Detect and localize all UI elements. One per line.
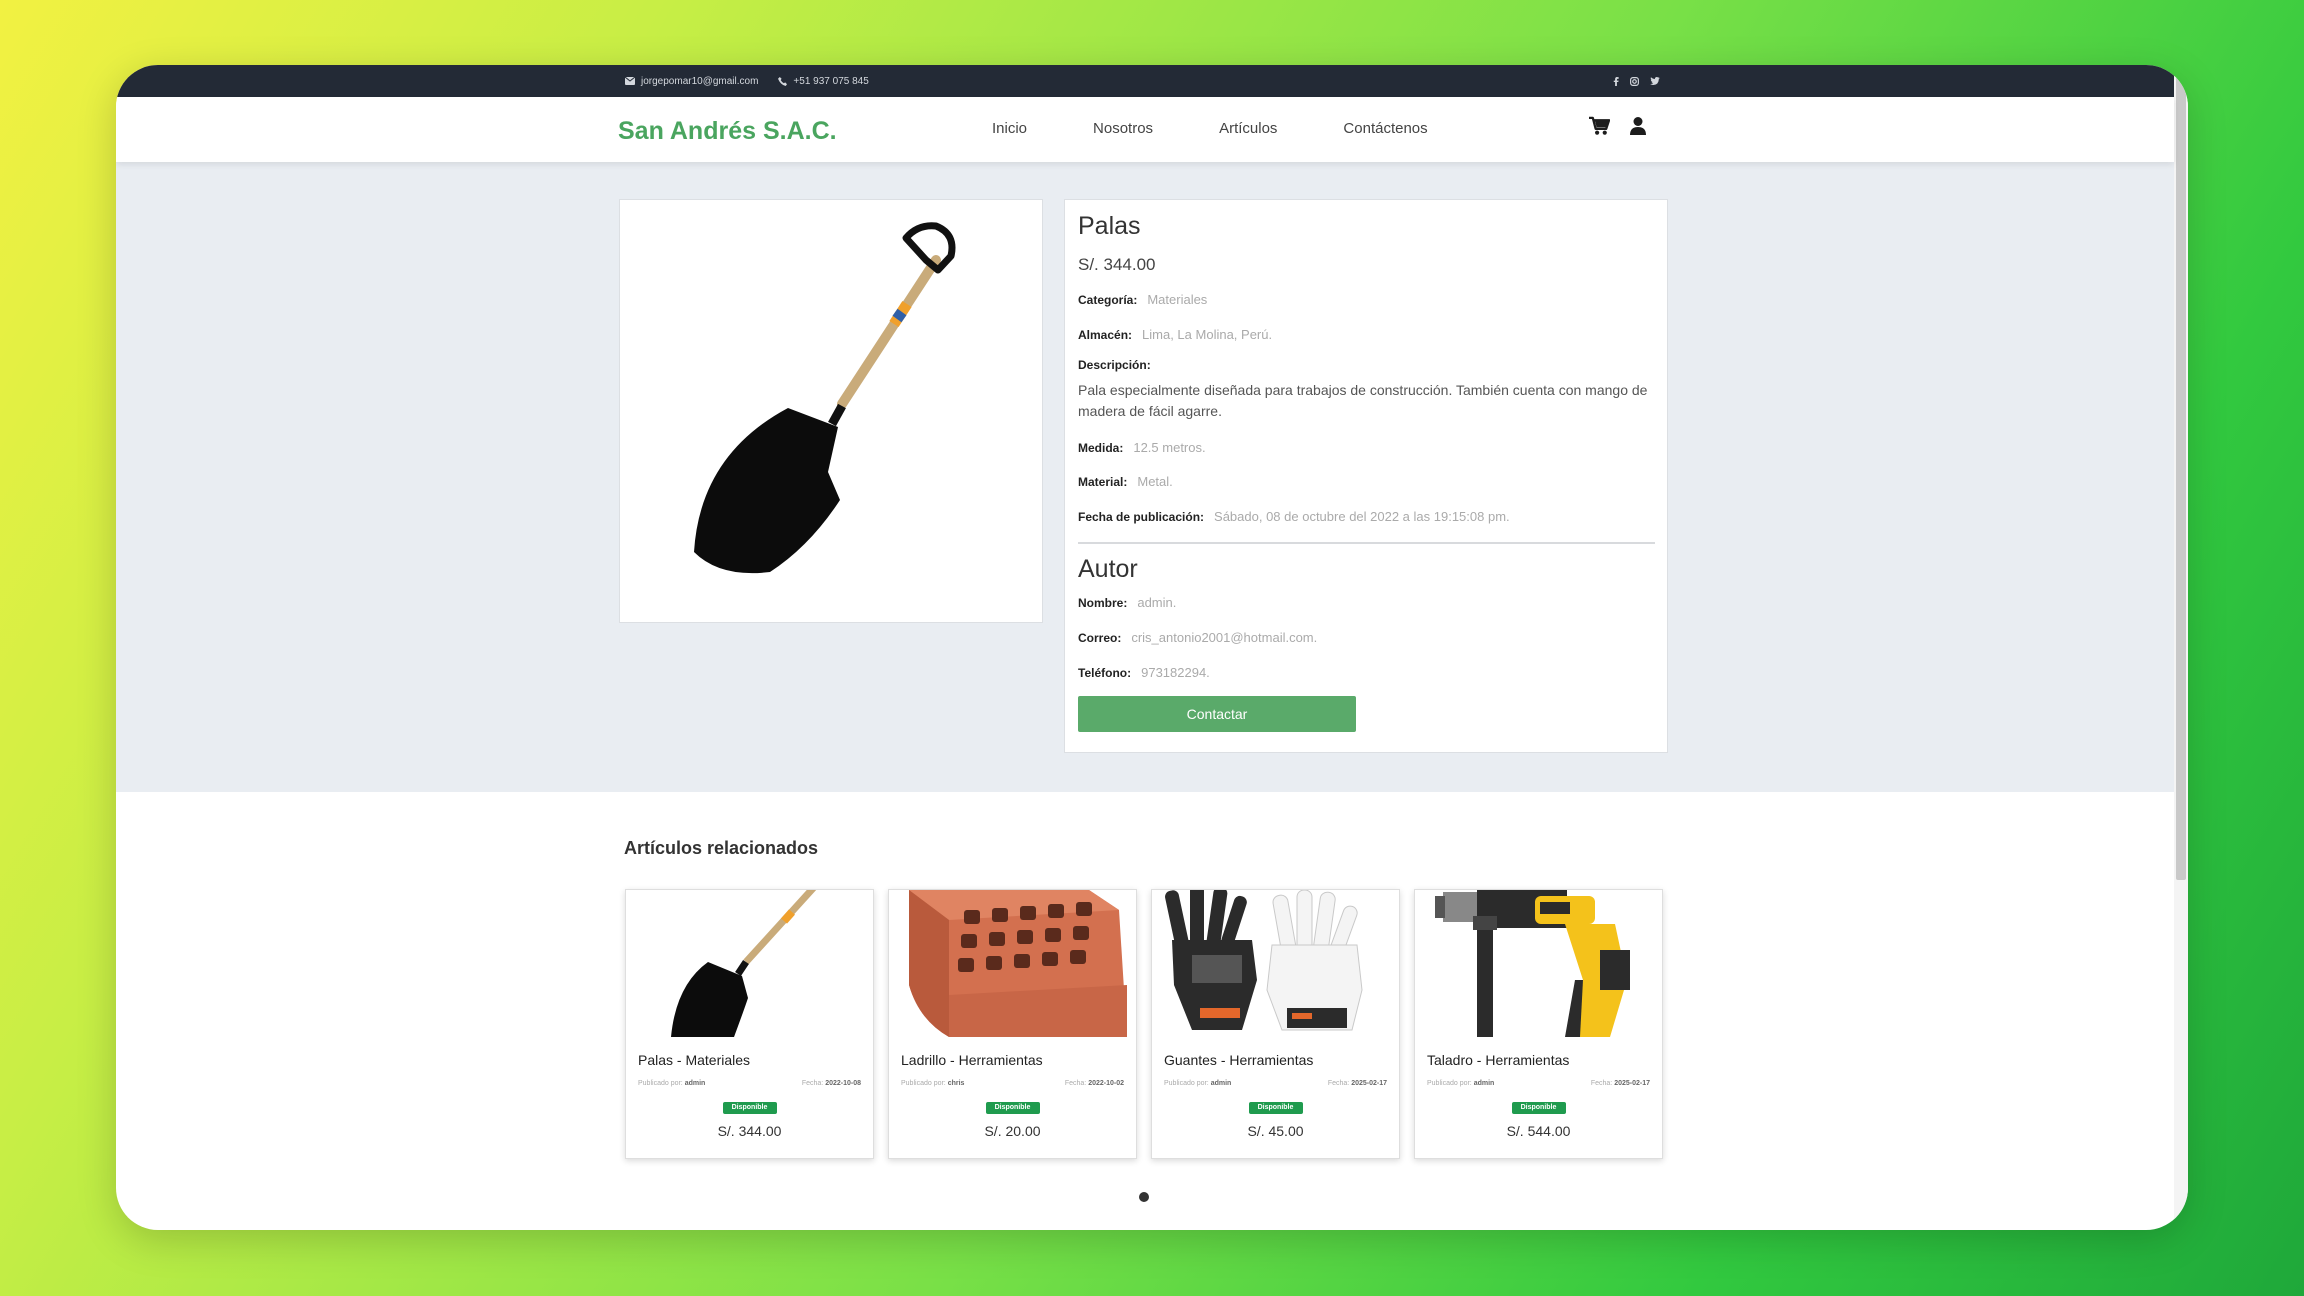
scrollbar-thumb[interactable]: [2176, 65, 2186, 880]
shovel-image: [694, 222, 956, 574]
description-row: Descripción:: [1078, 357, 1161, 372]
related-card[interactable]: Palas - Materiales Publicado por: admin …: [625, 889, 874, 1159]
author-name-row: Nombre: admin.: [1078, 595, 1176, 610]
product-name: Palas: [1078, 212, 1141, 240]
related-card-title[interactable]: Taladro - Herramientas: [1427, 1052, 1569, 1068]
warehouse-label: Almacén:: [1078, 328, 1133, 342]
related-card[interactable]: Ladrillo - Herramientas Publicado por: c…: [888, 889, 1137, 1159]
publisher-value: admin: [1210, 1080, 1232, 1087]
date-value: 2022-10-08: [825, 1080, 861, 1087]
date-value: 2025-02-17: [1614, 1080, 1650, 1087]
related-card-title[interactable]: Guantes - Herramientas: [1164, 1052, 1313, 1068]
related-card-price: S/. 20.00: [984, 1123, 1041, 1139]
author-phone-value: 973182294.: [1141, 665, 1210, 680]
publisher-label: Publicado por:: [1427, 1080, 1472, 1087]
date-value: 2025-02-17: [1351, 1080, 1387, 1087]
author-phone-row: Teléfono: 973182294.: [1078, 665, 1210, 680]
related-image-drill: [1415, 890, 1662, 1037]
scrollbar[interactable]: [2174, 65, 2188, 1230]
related-card[interactable]: Guantes - Herramientas Publicado por: ad…: [1151, 889, 1400, 1159]
nav-link-contactenos[interactable]: Contáctenos: [1343, 120, 1427, 137]
browser-window: jorgepomar10@gmail.com +51 937 075 845 S…: [116, 65, 2188, 1230]
date-label: Fecha:: [1590, 1080, 1613, 1087]
status-badge: Disponible: [1511, 1102, 1566, 1114]
facebook-icon[interactable]: [1613, 76, 1619, 86]
nav-icons: [1589, 116, 1646, 136]
cart-icon[interactable]: [1589, 116, 1610, 136]
author-heading: Autor: [1078, 555, 1138, 583]
contact-button[interactable]: Contactar: [1078, 696, 1356, 732]
product-price: S/. 344.00: [1078, 255, 1156, 274]
publisher-label: Publicado por:: [638, 1080, 683, 1087]
instagram-icon[interactable]: [1630, 76, 1639, 86]
nav-link-inicio[interactable]: Inicio: [992, 120, 1027, 137]
size-row: Medida: 12.5 metros.: [1078, 440, 1206, 455]
size-value: 12.5 metros.: [1133, 440, 1206, 455]
warehouse-row: Almacén: Lima, La Molina, Perú.: [1078, 327, 1272, 342]
material-row: Material: Metal.: [1078, 474, 1173, 489]
category-label: Categoría:: [1078, 293, 1138, 307]
social-links: [1613, 65, 1660, 97]
author-name-value: admin.: [1137, 595, 1177, 610]
date-label: Fecha:: [801, 1080, 824, 1087]
date-label: Fecha de publicación:: [1078, 510, 1205, 524]
date-label: Fecha:: [1327, 1080, 1350, 1087]
publisher-value: chris: [947, 1080, 965, 1087]
divider: [1078, 542, 1655, 544]
top-email[interactable]: jorgepomar10@gmail.com: [641, 76, 758, 87]
status-badge: Disponible: [722, 1102, 777, 1114]
description-label: Descripción:: [1078, 358, 1151, 372]
user-icon[interactable]: [1630, 117, 1646, 135]
product-image: [619, 199, 1043, 623]
top-phone[interactable]: +51 937 075 845: [793, 76, 868, 87]
publisher-label: Publicado por:: [1164, 1080, 1209, 1087]
date-value: Sábado, 08 de octubre del 2022 a las 19:…: [1214, 509, 1510, 524]
product-detail-section: Palas S/. 344.00 Categoría: Materiales Al…: [116, 162, 2174, 792]
nav-link-nosotros[interactable]: Nosotros: [1093, 120, 1153, 137]
date-label: Fecha:: [1064, 1080, 1087, 1087]
related-card-price: S/. 544.00: [1506, 1123, 1571, 1139]
related-image-brick: [889, 890, 1136, 1037]
envelope-icon: [625, 77, 635, 85]
related-card-price: S/. 45.00: [1247, 1123, 1304, 1139]
author-email-row: Correo: cris_antonio2001@hotmail.com.: [1078, 630, 1317, 645]
date-row: Fecha de publicación: Sábado, 08 de octub…: [1078, 509, 1510, 524]
publisher-value: admin: [684, 1080, 706, 1087]
related-card-title[interactable]: Ladrillo - Herramientas: [901, 1052, 1043, 1068]
related-card-title[interactable]: Palas - Materiales: [638, 1052, 750, 1068]
related-card-price: S/. 344.00: [717, 1123, 782, 1139]
related-image-gloves: [1152, 890, 1399, 1037]
publisher-label: Publicado por:: [901, 1080, 946, 1087]
related-image-shovel: [626, 890, 873, 1037]
nav-link-articulos[interactable]: Artículos: [1219, 120, 1277, 137]
size-label: Medida:: [1078, 441, 1124, 455]
status-badge: Disponible: [985, 1102, 1040, 1114]
phone-icon: [778, 76, 788, 86]
related-card[interactable]: Taladro - Herramientas Publicado por: ad…: [1414, 889, 1663, 1159]
main-navbar: San Andrés S.A.C. Inicio Nosotros Artícu…: [116, 97, 2174, 162]
author-email-label: Correo:: [1078, 631, 1122, 645]
material-label: Material:: [1078, 475, 1128, 489]
author-email-value[interactable]: cris_antonio2001@hotmail.com.: [1131, 630, 1317, 645]
warehouse-value: Lima, La Molina, Perú.: [1142, 327, 1273, 342]
brand-logo-text[interactable]: San Andrés S.A.C.: [618, 117, 837, 146]
related-title: Artículos relacionados: [624, 838, 819, 858]
category-value: Materiales: [1147, 292, 1208, 307]
twitter-icon[interactable]: [1650, 77, 1660, 85]
top-info-bar: jorgepomar10@gmail.com +51 937 075 845: [116, 65, 2174, 97]
product-info-card: Palas S/. 344.00 Categoría: Materiales Al…: [1064, 199, 1668, 753]
status-badge: Disponible: [1248, 1102, 1303, 1114]
carousel-dot[interactable]: [1139, 1192, 1149, 1202]
top-contact: jorgepomar10@gmail.com +51 937 075 845: [625, 65, 869, 97]
description-text: Pala especialmente diseñada para trabajo…: [1078, 382, 1648, 419]
date-value: 2022-10-02: [1088, 1080, 1124, 1087]
material-value: Metal.: [1137, 474, 1173, 489]
nav-links: Inicio Nosotros Artículos Contáctenos: [992, 120, 1428, 137]
author-phone-label: Teléfono:: [1078, 666, 1132, 680]
category-row: Categoría: Materiales: [1078, 292, 1207, 307]
publisher-value: admin: [1473, 1080, 1495, 1087]
author-name-label: Nombre:: [1078, 596, 1128, 610]
